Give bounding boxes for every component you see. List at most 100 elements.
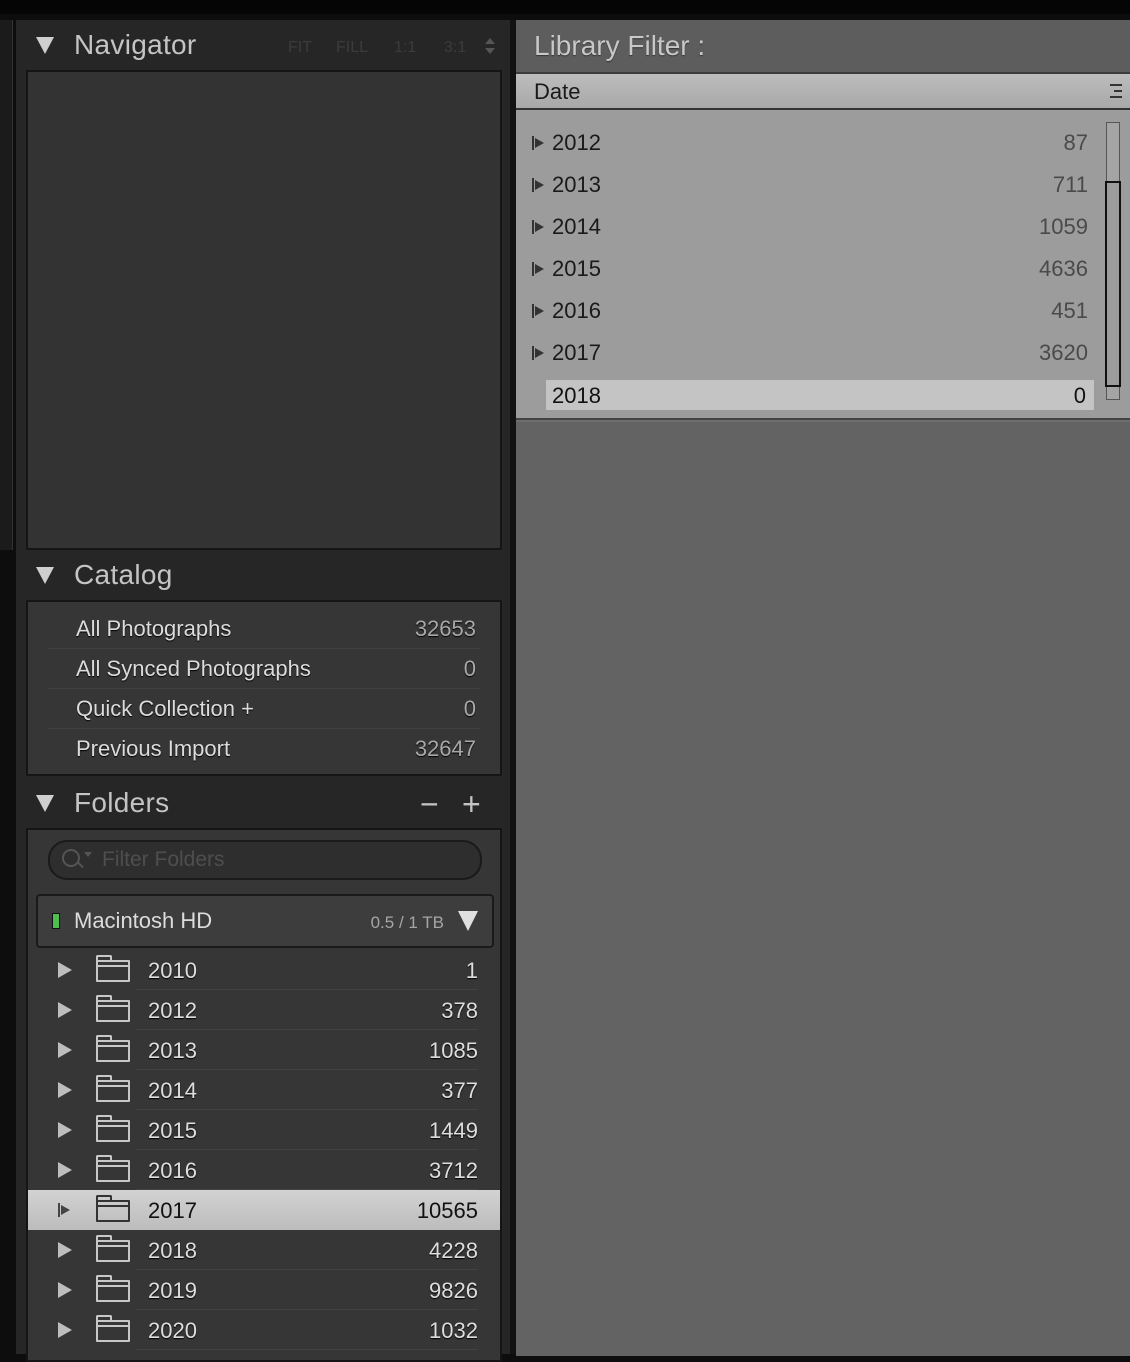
catalog-item-previous-import[interactable]: Previous Import 32647 xyxy=(48,728,480,768)
zoom-stepper-icon[interactable] xyxy=(484,36,496,56)
add-folder-button[interactable]: + xyxy=(462,788,481,820)
search-icon[interactable] xyxy=(62,849,80,867)
disclosure-triangle-down-icon[interactable] xyxy=(36,37,54,54)
catalog-list: All Photographs 32653 All Synced Photogr… xyxy=(26,600,502,776)
navigator-preview[interactable] xyxy=(26,70,502,550)
folder-row-2013[interactable]: 2013 1085 xyxy=(28,1030,500,1070)
folder-count: 1085 xyxy=(429,1038,478,1063)
date-row-2018[interactable]: 2018 0 xyxy=(546,380,1094,410)
folder-row-2014[interactable]: 2014 377 xyxy=(28,1070,500,1110)
folder-row-2016[interactable]: 2016 3712 xyxy=(28,1150,500,1190)
expand-triangle-icon[interactable] xyxy=(58,1203,74,1217)
volume-macintosh-hd[interactable]: Macintosh HD 0.5 / 1 TB xyxy=(36,894,494,948)
column-menu-icon[interactable] xyxy=(1110,84,1122,98)
disclosure-triangle-down-icon[interactable] xyxy=(36,567,54,584)
filter-folders-input[interactable] xyxy=(100,846,464,874)
folder-name: 2016 xyxy=(148,1158,197,1183)
folder-count: 3712 xyxy=(429,1158,478,1183)
zoom-fill[interactable]: FILL xyxy=(336,39,368,57)
scrollbar-thumb[interactable] xyxy=(1105,181,1121,387)
date-count: 0 xyxy=(1073,383,1086,408)
volume-collapse-triangle-icon[interactable] xyxy=(458,911,478,931)
filter-folders-field[interactable] xyxy=(48,840,482,880)
date-year: 2013 xyxy=(552,172,601,197)
date-count: 1059 xyxy=(1039,214,1088,239)
zoom-3-1[interactable]: 3:1 xyxy=(444,39,466,57)
folder-icon xyxy=(96,1275,130,1302)
folder-row-2010[interactable]: 2010 1 xyxy=(28,950,500,990)
remove-folder-button[interactable]: − xyxy=(420,788,439,820)
expand-triangle-icon[interactable] xyxy=(58,962,72,978)
catalog-item-count: 32653 xyxy=(414,616,476,641)
volume-name: Macintosh HD xyxy=(74,908,213,933)
catalog-item-quick-collection[interactable]: Quick Collection + 0 xyxy=(48,688,480,729)
date-row-2016[interactable]: 2016 451 xyxy=(516,290,1096,332)
expand-triangle-icon[interactable] xyxy=(532,136,546,150)
date-column-header[interactable]: Date xyxy=(516,74,1130,110)
left-panel: Navigator FIT FILL 1:1 3:1 Catalog All P… xyxy=(16,20,510,1362)
folder-row-2019[interactable]: 2019 9826 xyxy=(28,1270,500,1310)
zoom-1-1[interactable]: 1:1 xyxy=(394,39,416,57)
folders-header[interactable]: Folders − + xyxy=(16,778,510,830)
catalog-item-count: 0 xyxy=(463,656,476,681)
folder-count: 9826 xyxy=(429,1278,478,1303)
navigator-header[interactable]: Navigator FIT FILL 1:1 3:1 xyxy=(16,20,510,72)
folder-row-2012[interactable]: 2012 378 xyxy=(28,990,500,1030)
folder-name: 2010 xyxy=(148,958,197,983)
expand-triangle-icon[interactable] xyxy=(58,1082,72,1098)
expand-triangle-icon[interactable] xyxy=(58,1162,72,1178)
folder-count: 1 xyxy=(465,958,478,983)
catalog-item-all-photographs[interactable]: All Photographs 32653 xyxy=(48,608,480,649)
date-row-2017[interactable]: 2017 3620 xyxy=(516,332,1096,374)
folder-row-2017[interactable]: 2017 10565 xyxy=(28,1190,500,1230)
catalog-item-count: 0 xyxy=(463,696,476,721)
folder-row-2020[interactable]: 2020 1032 xyxy=(28,1310,500,1350)
folder-name: 2020 xyxy=(148,1318,197,1343)
date-row-2013[interactable]: 2013 711 xyxy=(516,164,1096,206)
disclosure-triangle-down-icon[interactable] xyxy=(36,795,54,812)
date-count: 87 xyxy=(1063,130,1088,155)
folder-row-2015[interactable]: 2015 1449 xyxy=(28,1110,500,1150)
folder-name: 2012 xyxy=(148,998,197,1023)
date-year: 2014 xyxy=(552,214,601,239)
grid-area[interactable] xyxy=(516,420,1130,1356)
expand-triangle-icon[interactable] xyxy=(58,1322,72,1338)
chevron-down-icon[interactable] xyxy=(84,852,92,857)
catalog-item-all-synced-photographs[interactable]: All Synced Photographs 0 xyxy=(48,648,480,689)
catalog-item-label: All Synced Photographs xyxy=(76,656,311,681)
date-row-2015[interactable]: 2015 4636 xyxy=(516,248,1096,290)
folder-icon xyxy=(96,1035,130,1062)
folder-count: 1449 xyxy=(429,1118,478,1143)
date-row-2014[interactable]: 2014 1059 xyxy=(516,206,1096,248)
folder-count: 1032 xyxy=(429,1318,478,1343)
expand-triangle-icon[interactable] xyxy=(532,220,546,234)
date-list-scrollbar[interactable] xyxy=(1105,122,1121,400)
folders-title: Folders xyxy=(74,787,170,818)
left-edge-handle[interactable] xyxy=(0,20,13,550)
folder-row-2018[interactable]: 2018 4228 xyxy=(28,1230,500,1270)
expand-triangle-icon[interactable] xyxy=(58,1002,72,1018)
folder-icon xyxy=(96,1315,130,1342)
catalog-item-label: Previous Import xyxy=(76,736,231,761)
catalog-header[interactable]: Catalog xyxy=(16,550,510,602)
folder-name: 2014 xyxy=(148,1078,197,1103)
expand-triangle-icon[interactable] xyxy=(58,1282,72,1298)
folders-list: Macintosh HD 0.5 / 1 TB 2010 1 2012 378 … xyxy=(26,828,502,1362)
zoom-fit[interactable]: FIT xyxy=(288,39,312,57)
folder-count: 10565 xyxy=(416,1198,478,1223)
expand-triangle-icon[interactable] xyxy=(532,346,546,360)
date-year: 2015 xyxy=(552,256,601,281)
date-count: 711 xyxy=(1052,172,1088,197)
expand-triangle-icon[interactable] xyxy=(532,262,546,276)
expand-triangle-icon[interactable] xyxy=(532,178,546,192)
expand-triangle-icon[interactable] xyxy=(58,1122,72,1138)
folder-name: 2019 xyxy=(148,1278,197,1303)
expand-triangle-icon[interactable] xyxy=(532,304,546,318)
folder-count: 4228 xyxy=(429,1238,478,1263)
window-top-bar xyxy=(0,0,1130,14)
date-row-2012[interactable]: 2012 87 xyxy=(516,122,1096,164)
library-filter-bar: Library Filter : xyxy=(516,20,1130,74)
expand-triangle-icon[interactable] xyxy=(58,1042,72,1058)
expand-triangle-icon[interactable] xyxy=(58,1242,72,1258)
date-count: 451 xyxy=(1051,298,1088,323)
